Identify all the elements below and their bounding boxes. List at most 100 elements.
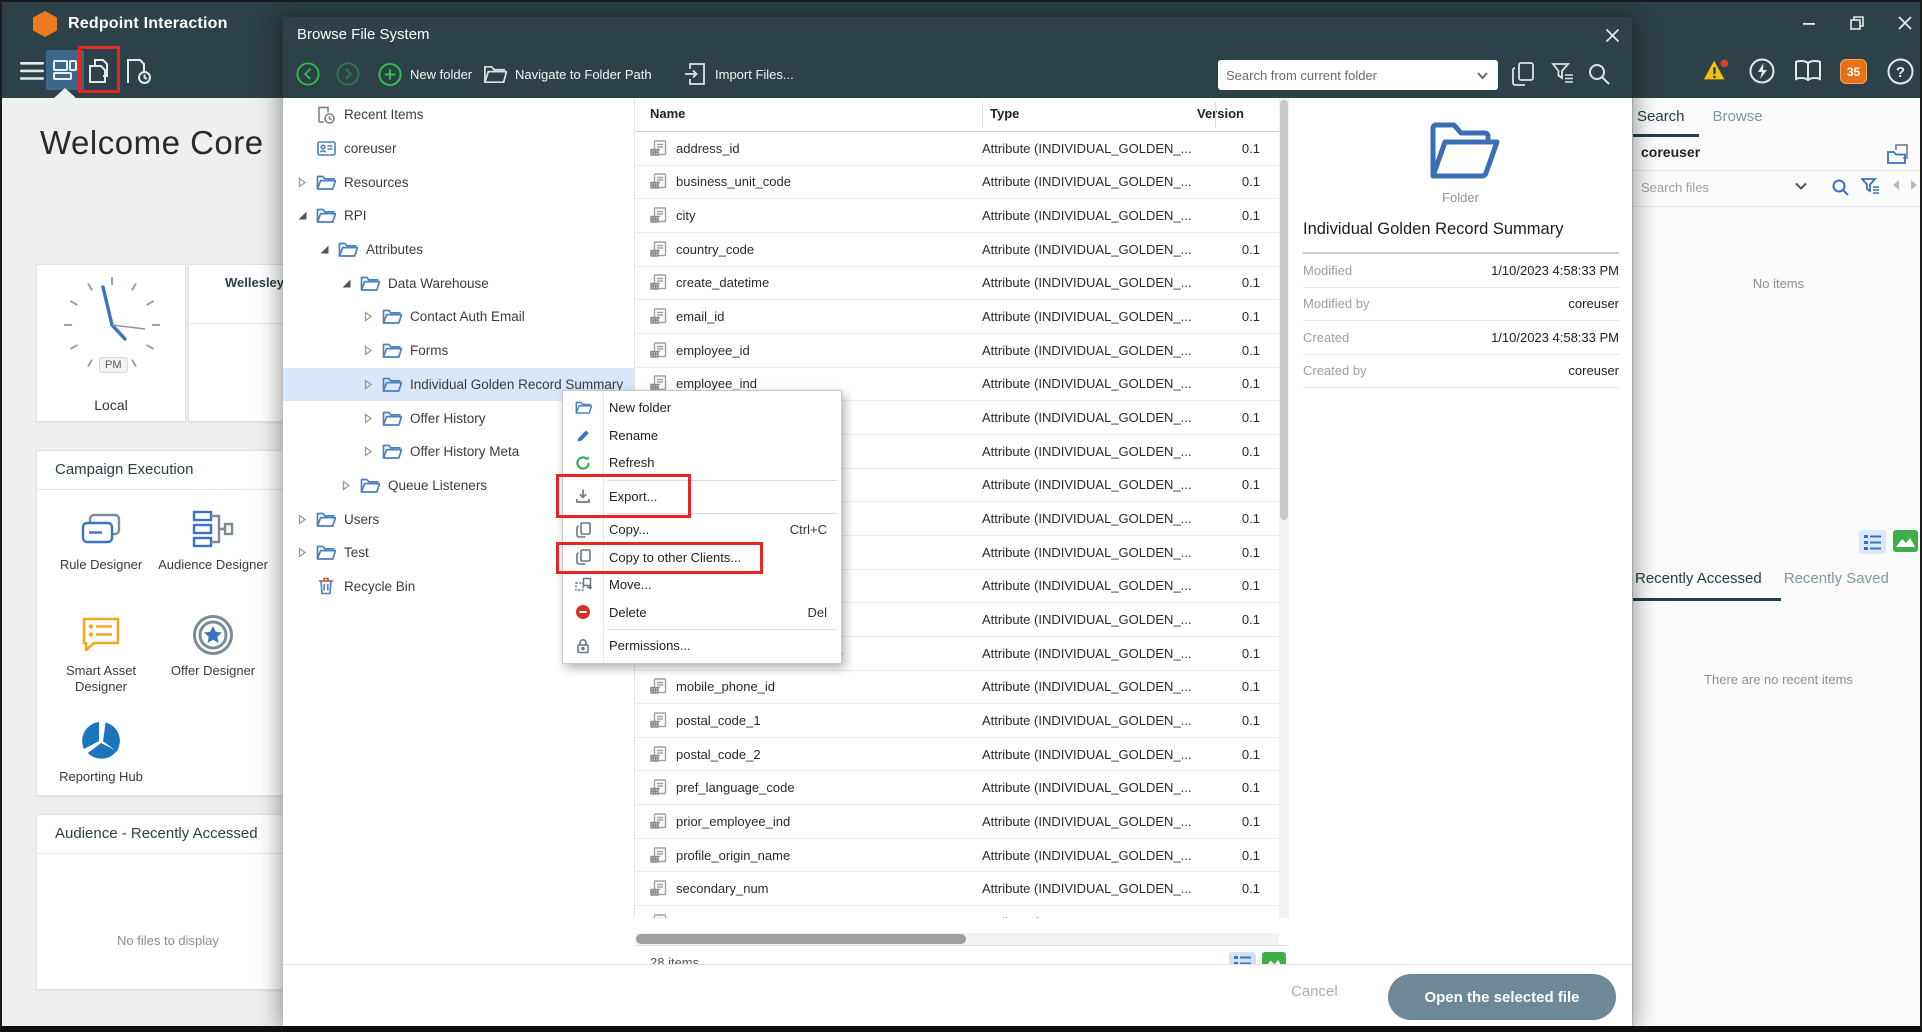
close-dialog-icon[interactable] — [1601, 24, 1623, 46]
refresh-icon — [563, 454, 603, 472]
collapsed-expander-icon[interactable] — [295, 546, 309, 560]
navigate-to-folder-path-button[interactable]: Navigate to Folder Path — [483, 62, 652, 86]
expanded-expander-icon[interactable] — [317, 243, 331, 257]
table-row[interactable]: pref_language_codeAttribute (INDIVIDUAL_… — [635, 771, 1279, 805]
expanded-expander-icon[interactable] — [339, 276, 353, 290]
table-row[interactable]: secondary_numAttribute (INDIVIDUAL_GOLDE… — [635, 872, 1279, 906]
tab-recently-accessed[interactable]: Recently Accessed — [1635, 570, 1762, 587]
column-type[interactable]: Type — [990, 106, 1019, 121]
search-icon[interactable] — [1831, 178, 1851, 198]
tree-item-coreuser[interactable]: coreuser — [283, 132, 634, 166]
filter-icon[interactable] — [1551, 62, 1575, 86]
tab-search[interactable]: Search — [1637, 108, 1685, 125]
scrollbar-thumb[interactable] — [636, 934, 966, 944]
next-arrow-icon[interactable] — [1907, 178, 1922, 198]
close-window-button[interactable] — [1894, 12, 1916, 34]
folder-copy-icon[interactable] — [1887, 142, 1911, 164]
menu-item-copy[interactable]: Copy...Ctrl+C — [563, 516, 841, 544]
horizontal-scrollbar[interactable] — [635, 933, 1279, 945]
tree-item-attributes[interactable]: Attributes — [283, 233, 634, 267]
help-icon[interactable]: ? — [1886, 56, 1914, 86]
back-button[interactable] — [296, 62, 320, 86]
export-icon — [563, 487, 603, 505]
collapsed-expander-icon[interactable] — [295, 512, 309, 526]
forward-button[interactable] — [336, 62, 360, 86]
list-view-icon[interactable] — [1859, 530, 1886, 554]
menu-item-refresh[interactable]: Refresh — [563, 449, 841, 477]
notification-badge[interactable]: 35 — [1840, 59, 1867, 84]
table-row[interactable]: postal_code_1Attribute (INDIVIDUAL_GOLDE… — [635, 704, 1279, 738]
expanded-expander-icon[interactable] — [295, 209, 309, 223]
table-row[interactable]: mobile_phone_idAttribute (INDIVIDUAL_GOL… — [635, 671, 1279, 705]
search-icon[interactable] — [1587, 62, 1611, 86]
dialog-search-input[interactable]: Search from current folder — [1218, 60, 1498, 90]
lock-icon — [563, 637, 603, 655]
table-row[interactable]: prior_employee_indAttribute (INDIVIDUAL_… — [635, 805, 1279, 839]
new-folder-button[interactable]: New folder — [378, 62, 472, 86]
table-row[interactable]: address_idAttribute (INDIVIDUAL_GOLDEN_.… — [635, 132, 1279, 166]
minimize-button[interactable] — [1798, 12, 1820, 34]
table-row[interactable]: Attribute (INDIVIDUAL_GOLDEN_...0.1 — [635, 906, 1279, 918]
menu-item-copy-to-other-clients[interactable]: Copy to other Clients... — [563, 544, 841, 572]
tile-audience-designer[interactable]: Audience Designer — [157, 499, 269, 605]
tile-reporting-hub[interactable]: Reporting Hub — [45, 711, 157, 796]
tile-offer-designer[interactable]: Offer Designer — [157, 605, 269, 711]
collapsed-expander-icon[interactable] — [361, 445, 375, 459]
cell-type: Attribute (INDIVIDUAL_GOLDEN_... — [982, 174, 1215, 189]
table-header[interactable]: Name Type Version — [635, 98, 1279, 132]
collapsed-expander-icon[interactable] — [295, 175, 309, 189]
cancel-button[interactable]: Cancel — [1291, 983, 1338, 1000]
image-view-icon[interactable] — [1893, 530, 1918, 554]
menu-item-move[interactable]: Move... — [563, 571, 841, 599]
search-files-input[interactable]: Search files — [1641, 180, 1709, 195]
file-clock-icon[interactable] — [125, 56, 153, 86]
column-name[interactable]: Name — [650, 106, 685, 121]
menu-item-new-folder[interactable]: New folder — [563, 394, 841, 422]
chevron-down-icon[interactable] — [1793, 178, 1813, 198]
tile-rule-designer[interactable]: Rule Designer — [45, 499, 157, 605]
collapsed-expander-icon[interactable] — [361, 344, 375, 358]
tree-item-data-warehouse[interactable]: Data Warehouse — [283, 266, 634, 300]
filter-icon[interactable] — [1861, 178, 1881, 198]
prev-arrow-icon[interactable] — [1889, 178, 1909, 198]
table-row[interactable]: postal_code_2Attribute (INDIVIDUAL_GOLDE… — [635, 738, 1279, 772]
collapsed-expander-icon[interactable] — [361, 310, 375, 324]
collapsed-expander-icon[interactable] — [361, 411, 375, 425]
vertical-scrollbar[interactable] — [1279, 98, 1289, 918]
table-row[interactable]: country_codeAttribute (INDIVIDUAL_GOLDEN… — [635, 233, 1279, 267]
copy-pages-icon[interactable] — [1511, 62, 1535, 86]
tab-recently-saved[interactable]: Recently Saved — [1784, 570, 1889, 587]
hamburger-icon[interactable] — [18, 56, 46, 86]
menu-item-permissions[interactable]: Permissions... — [563, 632, 841, 660]
collapsed-expander-icon[interactable] — [361, 377, 375, 391]
tree-item-forms[interactable]: Forms — [283, 334, 634, 368]
table-row[interactable]: email_idAttribute (INDIVIDUAL_GOLDEN_...… — [635, 300, 1279, 334]
cell-version: 0.1 — [1215, 174, 1279, 189]
book-icon[interactable] — [1794, 56, 1822, 86]
tree-item-rpi[interactable]: RPI — [283, 199, 634, 233]
table-row[interactable]: employee_idAttribute (INDIVIDUAL_GOLDEN_… — [635, 334, 1279, 368]
menu-item-delete[interactable]: DeleteDel — [563, 599, 841, 627]
warning-icon[interactable] — [1702, 56, 1730, 86]
menu-item-rename[interactable]: Rename — [563, 422, 841, 450]
table-row[interactable]: cityAttribute (INDIVIDUAL_GOLDEN_...0.1 — [635, 199, 1279, 233]
scrollbar-thumb[interactable] — [1280, 100, 1288, 520]
tile-smart-asset-designer[interactable]: Smart Asset Designer — [45, 605, 157, 711]
table-row[interactable]: create_datetimeAttribute (INDIVIDUAL_GOL… — [635, 267, 1279, 301]
tree-item-contact-auth-email[interactable]: Contact Auth Email — [283, 300, 634, 334]
table-row[interactable]: business_unit_codeAttribute (INDIVIDUAL_… — [635, 166, 1279, 200]
restore-button[interactable] — [1846, 12, 1868, 34]
column-version[interactable]: Version — [1197, 106, 1244, 121]
open-selected-file-button[interactable]: Open the selected file — [1388, 974, 1616, 1020]
tree-item-resources[interactable]: Resources — [283, 165, 634, 199]
reporting-hub-icon — [79, 719, 123, 763]
field-label: Modified — [1303, 263, 1491, 278]
import-files-button[interactable]: Import Files... — [683, 62, 794, 86]
tree-item-recent-items[interactable]: Recent Items — [283, 98, 634, 132]
cell-type: Attribute (INDIVIDUAL_GOLDEN_... — [982, 780, 1215, 795]
connection-icon[interactable] — [1748, 56, 1776, 86]
table-row[interactable]: profile_origin_nameAttribute (INDIVIDUAL… — [635, 839, 1279, 873]
menu-item-export[interactable]: Export... — [563, 483, 841, 511]
collapsed-expander-icon[interactable] — [339, 478, 353, 492]
tab-browse[interactable]: Browse — [1713, 108, 1763, 125]
